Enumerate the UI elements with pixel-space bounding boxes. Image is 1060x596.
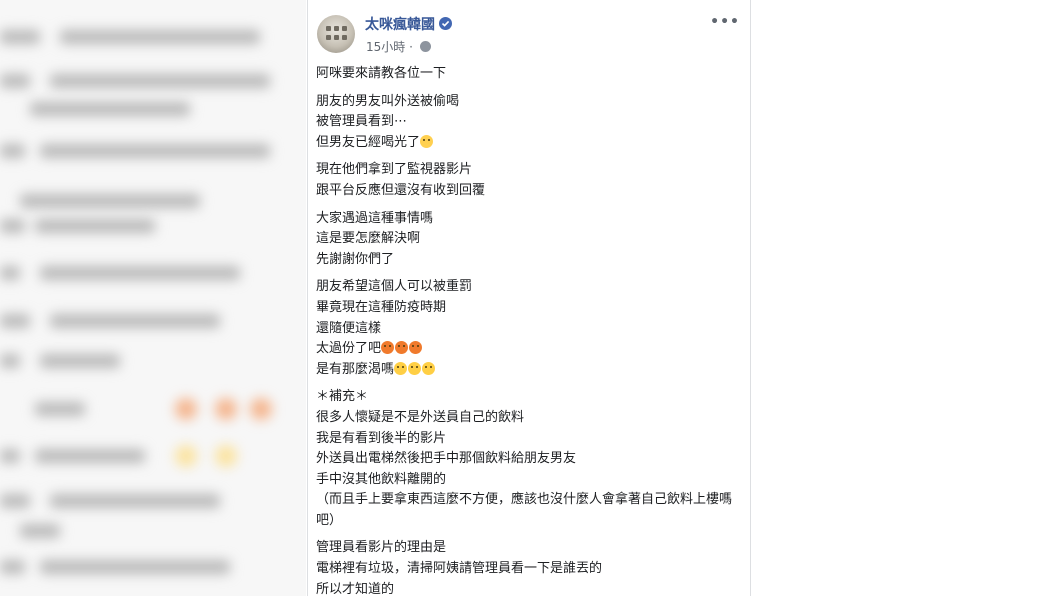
text-line: 畢竟現在這種防疫時期 xyxy=(316,299,447,315)
text-line-with-emoji: 是有那麼渴嗎 xyxy=(316,360,741,381)
blurred-row xyxy=(0,190,300,212)
blurred-row xyxy=(0,490,300,512)
face-with-steam-icon xyxy=(408,361,422,375)
angry-face-icon xyxy=(395,341,409,355)
blurred-row xyxy=(0,310,300,332)
blurred-row xyxy=(0,262,300,284)
crying-face-icon xyxy=(420,134,434,148)
text-line: 這是要怎麼解決啊 xyxy=(316,231,421,247)
text-segment: 是有那麼渴嗎 xyxy=(316,361,395,377)
blurred-row xyxy=(0,398,300,420)
post-text: 阿咪要來請教各位一下 朋友的男友叫外送被偷喝 被管理員看到⋯ 但男友已經喝光了 … xyxy=(316,64,741,596)
face-with-steam-icon xyxy=(422,361,436,375)
blurred-row xyxy=(0,98,300,120)
text-line: 被管理員看到⋯ xyxy=(316,114,408,130)
more-options-icon[interactable]: ••• xyxy=(710,14,740,30)
text-line: 我是有看到後半的影片 xyxy=(316,430,447,446)
verified-badge-icon xyxy=(439,17,452,30)
paragraph: 朋友的男友叫外送被偷喝 被管理員看到⋯ 但男友已經喝光了 xyxy=(316,92,741,154)
paragraph: 現在他們拿到了監視器影片 跟平台反應但還沒有收到回覆 xyxy=(316,160,741,201)
blurred-background xyxy=(0,0,306,596)
text-line-with-emoji: 太過份了吧 xyxy=(316,339,741,360)
meta-separator: · xyxy=(405,40,417,54)
paragraph: 阿咪要來請教各位一下 xyxy=(316,64,741,85)
text-line: 跟平台反應但還沒有收到回覆 xyxy=(316,182,486,198)
paragraph: 大家遇過這種事情嗎 這是要怎麼解決啊 先謝謝你們了 xyxy=(316,209,741,271)
post-meta: 15小時 · xyxy=(366,38,431,55)
page-name-link[interactable]: 太咪瘋韓國 xyxy=(365,14,452,34)
right-background xyxy=(752,0,1060,596)
text-line: 朋友希望這個人可以被重罰 xyxy=(316,279,473,295)
text-line: 電梯裡有垃圾，清掃阿姨請管理員看一下是誰丟的 xyxy=(316,561,603,577)
blurred-row xyxy=(0,26,300,48)
blurred-row xyxy=(0,350,300,372)
timestamp-link[interactable]: 15小時 xyxy=(366,40,405,54)
paragraph: 朋友希望這個人可以被重罰 畢竟現在這種防疫時期 還隨便這樣 太過份了吧 是有那麼… xyxy=(316,277,741,380)
text-line: 手中沒其他飲料離開的 xyxy=(316,471,447,487)
text-line: 阿咪要來請教各位一下 xyxy=(316,66,447,81)
text-line: 外送員出電梯然後把手中那個飲料給朋友男友 xyxy=(316,451,577,467)
text-line: 所以才知道的 xyxy=(316,581,395,596)
text-line: 還隨便這樣 xyxy=(316,320,382,336)
angry-face-icon xyxy=(381,341,395,355)
text-line: 先謝謝你們了 xyxy=(316,251,395,267)
facebook-post-card: 太咪瘋韓國 15小時 · ••• 阿咪要來請教各位一下 朋友的男友叫外送被偷喝 … xyxy=(307,0,751,596)
text-line-with-emoji: 但男友已經喝光了 xyxy=(316,133,741,154)
globe-icon xyxy=(419,41,431,52)
page-name[interactable]: 太咪瘋韓國 xyxy=(365,17,435,33)
paragraph: 管理員看影片的理由是 電梯裡有垃圾，清掃阿姨請管理員看一下是誰丟的 所以才知道的 xyxy=(316,538,741,596)
blurred-row xyxy=(0,140,300,162)
blurred-row xyxy=(0,445,300,467)
avatar[interactable] xyxy=(317,15,355,53)
text-line: 朋友的男友叫外送被偷喝 xyxy=(316,93,460,109)
text-line: 大家遇過這種事情嗎 xyxy=(316,210,434,226)
text-line: ＊補充＊ xyxy=(316,389,369,405)
text-line: 管理員看影片的理由是 xyxy=(316,540,447,556)
paragraph: ＊補充＊ 很多人懷疑是不是外送員自己的飲料 我是有看到後半的影片 外送員出電梯然… xyxy=(316,387,741,531)
text-segment: 但男友已經喝光了 xyxy=(316,134,421,150)
text-segment: 太過份了吧 xyxy=(316,341,382,357)
face-with-steam-icon xyxy=(394,361,408,375)
blurred-row xyxy=(0,520,300,542)
text-line: 很多人懷疑是不是外送員自己的飲料 xyxy=(316,409,525,425)
text-line: 現在他們拿到了監視器影片 xyxy=(316,162,473,178)
blurred-row xyxy=(0,215,300,237)
angry-face-icon xyxy=(409,341,423,355)
blurred-row xyxy=(0,70,300,92)
text-line: （而且手上要拿東西這麼不方便，應該也沒什麼人會拿著自己飲料上樓嗎吧） xyxy=(316,492,733,528)
blurred-row xyxy=(0,556,300,578)
